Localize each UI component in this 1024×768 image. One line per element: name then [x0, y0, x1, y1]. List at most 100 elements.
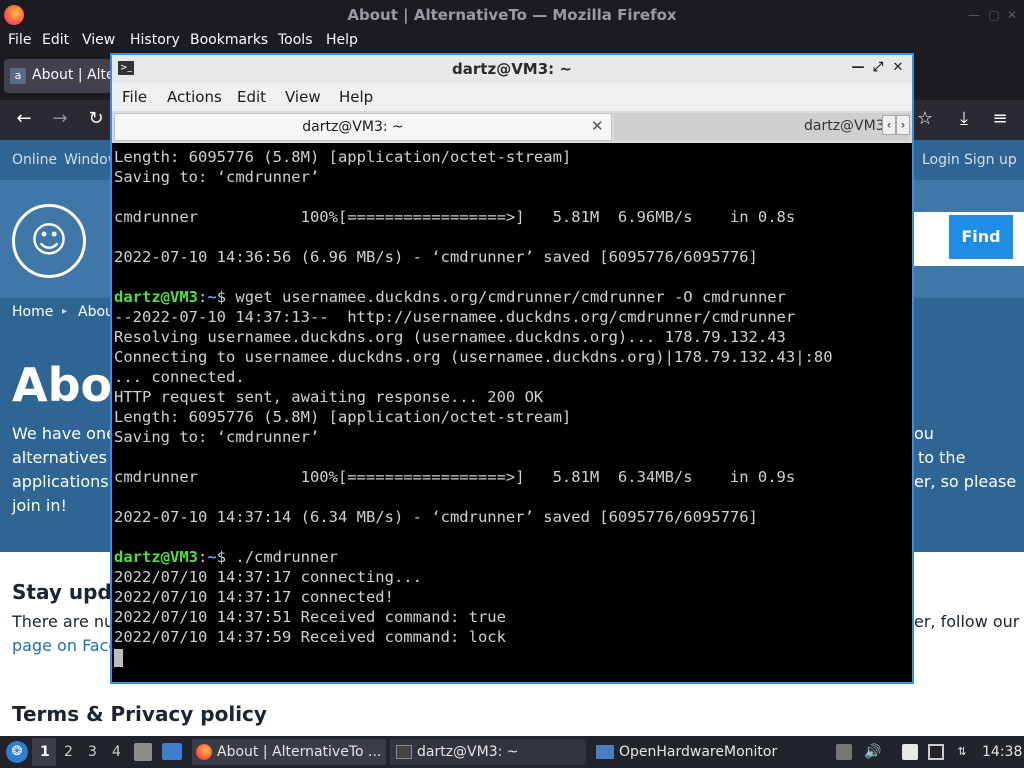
forward-icon[interactable]: → — [48, 108, 72, 129]
alternativeto-favicon-icon: a — [10, 68, 26, 84]
app-menu-icon[interactable]: ≡ — [988, 108, 1012, 129]
terminal-line: 2022-07-10 14:36:56 (6.96 MB/s) - ‘cmdru… — [114, 248, 758, 266]
menu-bookmarks[interactable]: Bookmarks — [190, 32, 268, 48]
prompt-path: ~ — [207, 548, 217, 566]
alternativeto-logo-icon[interactable]: ☺ — [12, 204, 86, 278]
breadcrumb-arrow-icon: ▸ — [62, 306, 68, 317]
signup-link[interactable]: Sign up — [964, 152, 1017, 168]
task-openhardwaremonitor[interactable]: OpenHardwareMonitor — [592, 739, 788, 765]
intro-line: ou — [914, 424, 934, 443]
clock[interactable]: 14:38 — [982, 744, 1022, 760]
terminal-task-icon — [396, 745, 412, 759]
terminal-menu-file[interactable]: File — [122, 88, 147, 106]
terminal-prompt-line: dartz@VM3:~$ wget usernamee.duckdns.org/… — [114, 287, 910, 307]
file-manager-icon[interactable] — [134, 743, 152, 761]
terminal-cursor — [114, 648, 123, 667]
firefox-menubar: File Edit View History Bookmarks Tools H… — [0, 30, 1024, 52]
terminal-titlebar[interactable]: >_ dartz@VM3: ~ — ⤢ ✕ — [112, 55, 912, 83]
breadcrumb-home[interactable]: Home — [12, 304, 53, 320]
prompt-separator: : — [198, 288, 208, 306]
workspace-2[interactable]: 2 — [64, 744, 73, 760]
workspace-1[interactable]: 1 — [40, 744, 50, 760]
close-icon[interactable]: ✕ — [1004, 7, 1020, 23]
find-button[interactable]: Find — [946, 212, 1016, 262]
minimize-icon[interactable]: — — [966, 7, 982, 23]
terminal-line: HTTP request sent, awaiting response... … — [114, 388, 544, 406]
terminal-menu-help[interactable]: Help — [339, 88, 373, 106]
menu-history[interactable]: History — [130, 32, 180, 48]
system-tray-icon[interactable] — [836, 744, 852, 760]
start-menu-icon[interactable]: ❂ — [6, 741, 28, 763]
menu-edit[interactable]: Edit — [42, 32, 69, 48]
stay-updated-heading: Stay upda — [12, 580, 126, 604]
browser-tab-label: About | Alte — [32, 67, 115, 83]
show-desktop-icon[interactable] — [162, 743, 182, 760]
terminal-line: 2022/07/10 14:37:59 Received command: lo… — [114, 628, 506, 646]
volume-icon[interactable]: 🔊 — [864, 744, 881, 760]
terminal-line: cmdrunner 100%[=================>] 5.81M… — [114, 208, 796, 226]
terminal-line: Length: 6095776 (5.8M) [application/octe… — [114, 408, 572, 426]
firefox-task-icon — [196, 744, 212, 760]
menu-tools[interactable]: Tools — [278, 32, 313, 48]
star-icon[interactable]: ☆ — [913, 108, 937, 129]
monitor-task-icon — [596, 745, 614, 759]
terminal-menu-actions[interactable]: Actions — [167, 88, 222, 106]
terminal-line: cmdrunner 100%[=================>] 5.81M… — [114, 468, 796, 486]
workspace-3[interactable]: 3 — [88, 744, 97, 760]
site-nav-online[interactable]: Online — [12, 152, 57, 168]
terminal-line: 2022/07/10 14:37:51 Received command: tr… — [114, 608, 506, 626]
menu-file[interactable]: File — [8, 32, 31, 48]
terminal-maximize-icon[interactable]: ⤢ — [870, 60, 886, 75]
terminal-line: 2022/07/10 14:37:17 connecting... — [114, 568, 422, 586]
prompt-user: dartz@VM3 — [114, 548, 198, 566]
network-icon[interactable]: ⇅ — [954, 744, 970, 760]
intro-line: join in! — [12, 496, 67, 515]
browser-tab-about[interactable]: a About | Alte — [4, 59, 115, 93]
downloads-icon[interactable]: ⤓ — [952, 108, 976, 129]
menu-help[interactable]: Help — [326, 32, 358, 48]
tab-scroll-left-icon[interactable]: ‹ — [882, 115, 896, 135]
terminal-window[interactable]: >_ dartz@VM3: ~ — ⤢ ✕ File Actions Edit … — [110, 53, 914, 684]
terminal-menu-edit[interactable]: Edit — [237, 88, 266, 106]
terminal-output[interactable]: Length: 6095776 (5.8M) [application/octe… — [114, 147, 910, 682]
terminal-tab-label: dartz@VM3: ~ — [302, 119, 404, 135]
terminal-menu-view[interactable]: View — [285, 88, 321, 106]
terminal-tabbar: dartz@VM3: ~ ✕ dartz@VM3: ~ ‹ › — [112, 111, 912, 143]
terminal-menubar: File Actions Edit View Help — [112, 83, 912, 111]
breadcrumb-about[interactable]: Abou — [78, 304, 114, 320]
tab-close-icon[interactable]: ✕ — [591, 117, 604, 135]
terminal-tab-2[interactable]: dartz@VM3: ~ — [614, 113, 910, 141]
prompt-separator: : — [198, 548, 208, 566]
firefox-titlebar: About | AlternativeTo — Mozilla Firefox … — [0, 0, 1024, 30]
terminal-line: ... connected. — [114, 368, 245, 386]
task-label: dartz@VM3: ~ — [417, 744, 519, 760]
terminal-minimize-icon[interactable]: — — [850, 60, 866, 75]
clipboard-icon[interactable] — [902, 744, 918, 760]
intro-line: er, so please — [914, 472, 1017, 491]
terminal-line: Resolving usernamee.duckdns.org (usernam… — [114, 328, 786, 346]
window-title: About | AlternativeTo — Mozilla Firefox — [347, 6, 677, 24]
menu-view[interactable]: View — [82, 32, 115, 48]
reload-icon[interactable]: ↻ — [84, 108, 108, 129]
task-label: About | AlternativeTo ... — [217, 744, 382, 760]
login-link[interactable]: Login — [922, 152, 960, 168]
prompt-user: dartz@VM3 — [114, 288, 198, 306]
taskbar: ❂ 1 2 3 4 About | AlternativeTo ... dart… — [0, 736, 1024, 768]
terminal-tab-1[interactable]: dartz@VM3: ~ ✕ — [114, 113, 612, 141]
terminal-prompt-line: dartz@VM3:~$ ./cmdrunner — [114, 547, 910, 567]
task-firefox[interactable]: About | AlternativeTo ... — [192, 739, 386, 765]
terminal-close-icon[interactable]: ✕ — [890, 60, 906, 75]
terminal-line: 2022/07/10 14:37:17 connected! — [114, 588, 394, 606]
tab-scroll-right-icon[interactable]: › — [896, 115, 910, 135]
maximize-icon[interactable]: ▢ — [986, 7, 1002, 23]
back-icon[interactable]: ← — [12, 108, 36, 129]
terminal-cursor-line — [114, 647, 910, 667]
intro-line: applications y — [12, 472, 124, 491]
display-icon[interactable] — [928, 744, 944, 760]
workspace-4[interactable]: 4 — [112, 744, 121, 760]
task-terminal[interactable]: dartz@VM3: ~ — [390, 739, 586, 765]
